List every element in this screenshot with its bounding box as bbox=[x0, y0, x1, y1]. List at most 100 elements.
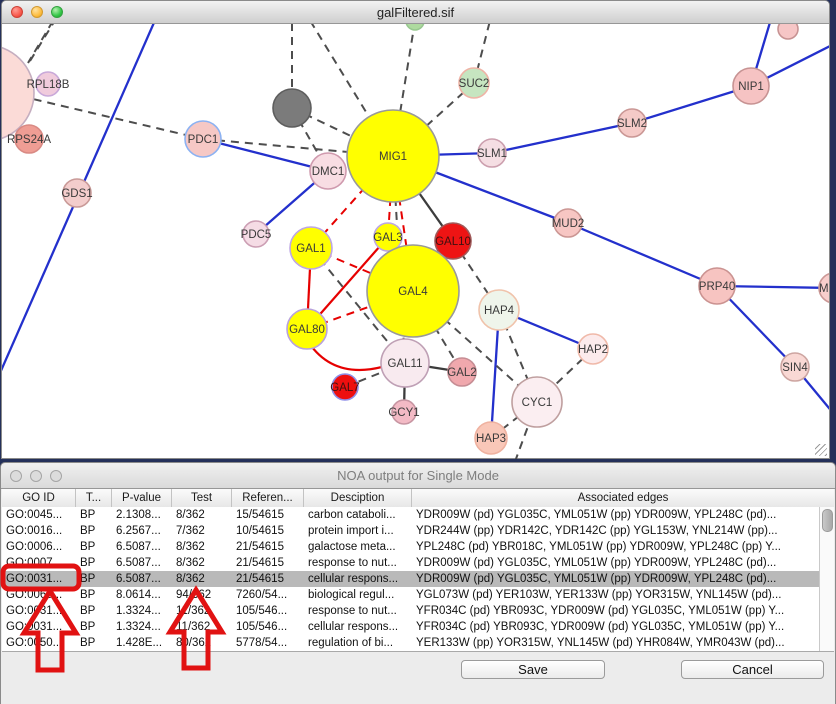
vertical-scrollbar[interactable] bbox=[819, 507, 834, 651]
cell-go_id: GO:0031... bbox=[2, 619, 76, 635]
graph-node-label-gal80: GAL80 bbox=[289, 324, 325, 336]
graph-node-label-hap2: HAP2 bbox=[578, 344, 608, 356]
cell-p_value: 6.5087... bbox=[112, 571, 172, 587]
graph-node-top-right-pink[interactable] bbox=[778, 24, 798, 39]
noa-window-title: NOA output for Single Mode bbox=[1, 463, 835, 488]
cell-edges: YDR009W (pd) YGL035C, YML051W (pp) YDR00… bbox=[412, 507, 834, 523]
cell-p_value: 6.2567... bbox=[112, 523, 172, 539]
cell-p_value: 1.428E... bbox=[112, 635, 172, 651]
cell-description: response to nut... bbox=[304, 555, 412, 571]
cell-test: 80/362 bbox=[172, 635, 232, 651]
network-canvas[interactable]: RPL18BRPS24AGDS1PDC1DMC1MIG1SUC2SLM1SLM2… bbox=[2, 24, 829, 459]
cell-edges: YDR244W (pp) YDR142C, YDR142C (pp) YGL15… bbox=[412, 523, 834, 539]
column-header-1[interactable]: GO ID bbox=[2, 489, 76, 507]
cell-go_id: GO:0006... bbox=[2, 539, 76, 555]
graph-node-label-mig1: MIG1 bbox=[379, 151, 407, 163]
graph-edge-solid-red[interactable] bbox=[309, 343, 382, 370]
cell-p_value: 1.3324... bbox=[112, 619, 172, 635]
noa-output-window: NOA output for Single Mode GO IDT...P-va… bbox=[0, 462, 836, 704]
table-row-8[interactable]: GO:0031...BP1.3324...11/362105/546...cel… bbox=[2, 619, 834, 635]
graph-node-label-dmc1: DMC1 bbox=[312, 166, 345, 178]
graph-node-label-gal2: GAL2 bbox=[447, 367, 476, 379]
graph-node-label-gds1: GDS1 bbox=[61, 188, 92, 200]
cell-test: 11/362 bbox=[172, 619, 232, 635]
table-row-3[interactable]: GO:0006...BP6.5087...8/36221/54615galact… bbox=[2, 539, 834, 555]
cell-description: response to nut... bbox=[304, 603, 412, 619]
column-header-6[interactable]: Desciption bbox=[304, 489, 412, 507]
cell-test: 94/362 bbox=[172, 587, 232, 603]
column-header-7[interactable]: Associated edges bbox=[412, 489, 834, 507]
cell-reference: 105/546... bbox=[232, 603, 304, 619]
column-header-4[interactable]: Test bbox=[172, 489, 232, 507]
graph-node-label-msl1: MSL1 bbox=[819, 283, 829, 295]
cell-type: BP bbox=[76, 587, 112, 603]
cell-description: cellular respons... bbox=[304, 571, 412, 587]
cell-test: 11/362 bbox=[172, 603, 232, 619]
graph-node-label-gal10: GAL10 bbox=[435, 236, 471, 248]
graph-node-label-slm2: SLM2 bbox=[617, 118, 647, 130]
results-table-header: GO IDT...P-valueTestReferen...Desciption… bbox=[2, 489, 834, 508]
cell-type: BP bbox=[76, 539, 112, 555]
graph-node-label-gcy1: GCY1 bbox=[388, 407, 419, 419]
graph-node-label-pdc1: PDC1 bbox=[188, 134, 219, 146]
table-row-5[interactable]: GO:0031...BP6.5087...8/36221/54615cellul… bbox=[2, 571, 834, 587]
table-row-7[interactable]: GO:0031...BP1.3324...11/362105/546...res… bbox=[2, 603, 834, 619]
cell-edges: YFR034C (pd) YBR093C, YDR009W (pd) YGL03… bbox=[412, 603, 834, 619]
resize-grip-icon[interactable] bbox=[815, 444, 827, 456]
cell-edges: YER133W (pp) YOR315W, YNL145W (pd) YHR08… bbox=[412, 635, 834, 651]
graph-node-label-sin4: SIN4 bbox=[782, 362, 808, 374]
graph-node-top-green[interactable] bbox=[406, 24, 424, 30]
cell-type: BP bbox=[76, 603, 112, 619]
graph-node-label-hap4: HAP4 bbox=[484, 305, 515, 317]
graph-node-label-hap3: HAP3 bbox=[476, 433, 506, 445]
graph-node-label-gal4: GAL4 bbox=[398, 286, 428, 298]
column-header-2[interactable]: T... bbox=[76, 489, 112, 507]
cell-edges: YFR034C (pd) YBR093C, YDR009W (pd) YGL03… bbox=[412, 619, 834, 635]
results-table-body: GO:0045...BP2.1308...8/36215/54615carbon… bbox=[2, 507, 834, 652]
graph-edge-solid-blue[interactable] bbox=[568, 223, 717, 286]
table-row-2[interactable]: GO:0016...BP6.2567...7/36210/54615protei… bbox=[2, 523, 834, 539]
table-row-9[interactable]: GO:0050...BP1.428E...80/3625778/54...reg… bbox=[2, 635, 834, 651]
column-header-5[interactable]: Referen... bbox=[232, 489, 304, 507]
graph-node-gray-node[interactable] bbox=[273, 89, 311, 127]
network-window-titlebar[interactable]: galFiltered.sif bbox=[2, 1, 829, 24]
cell-description: galactose meta... bbox=[304, 539, 412, 555]
cell-description: protein import i... bbox=[304, 523, 412, 539]
graph-node-label-gal1: GAL1 bbox=[296, 243, 325, 255]
cell-test: 8/362 bbox=[172, 539, 232, 555]
noa-window-titlebar[interactable]: NOA output for Single Mode bbox=[1, 463, 835, 489]
cell-description: cellular respons... bbox=[304, 619, 412, 635]
table-row-6[interactable]: GO:0065...BP8.0614...94/3627260/54...bio… bbox=[2, 587, 834, 603]
cell-go_id: GO:0031... bbox=[2, 571, 76, 587]
table-row-4[interactable]: GO:0007...BP6.5087...8/36221/54615respon… bbox=[2, 555, 834, 571]
graph-node-label-prp40: PRP40 bbox=[699, 281, 735, 293]
cell-reference: 10/54615 bbox=[232, 523, 304, 539]
column-header-3[interactable]: P-value bbox=[112, 489, 172, 507]
cell-reference: 105/546... bbox=[232, 619, 304, 635]
cell-p_value: 6.5087... bbox=[112, 539, 172, 555]
cancel-button[interactable]: Cancel bbox=[681, 660, 824, 679]
cell-type: BP bbox=[76, 507, 112, 523]
cell-reference: 15/54615 bbox=[232, 507, 304, 523]
graph-node-label-suc2: SUC2 bbox=[459, 78, 490, 90]
cell-reference: 21/54615 bbox=[232, 571, 304, 587]
scrollbar-thumb[interactable] bbox=[822, 509, 833, 532]
cell-description: regulation of bi... bbox=[304, 635, 412, 651]
cell-go_id: GO:0050... bbox=[2, 635, 76, 651]
cell-test: 7/362 bbox=[172, 523, 232, 539]
graph-node-label-rpl18b: RPL18B bbox=[27, 79, 70, 91]
graph-edge-solid-blue[interactable] bbox=[492, 123, 632, 153]
cell-edges: YPL248C (pd) YBR018C, YML051W (pp) YDR00… bbox=[412, 539, 834, 555]
cell-test: 8/362 bbox=[172, 507, 232, 523]
cell-description: biological regul... bbox=[304, 587, 412, 603]
cell-type: BP bbox=[76, 635, 112, 651]
graph-node-label-gal3: GAL3 bbox=[373, 232, 402, 244]
cell-edges: YDR009W (pd) YGL035C, YML051W (pp) YDR00… bbox=[412, 555, 834, 571]
graph-edge-dashed-gray[interactable] bbox=[30, 24, 62, 61]
cell-description: carbon cataboli... bbox=[304, 507, 412, 523]
graph-node-label-rps24a: RPS24A bbox=[7, 134, 51, 146]
cell-p_value: 1.3324... bbox=[112, 603, 172, 619]
cell-go_id: GO:0031... bbox=[2, 603, 76, 619]
table-row-1[interactable]: GO:0045...BP2.1308...8/36215/54615carbon… bbox=[2, 507, 834, 523]
save-button[interactable]: Save bbox=[461, 660, 605, 679]
